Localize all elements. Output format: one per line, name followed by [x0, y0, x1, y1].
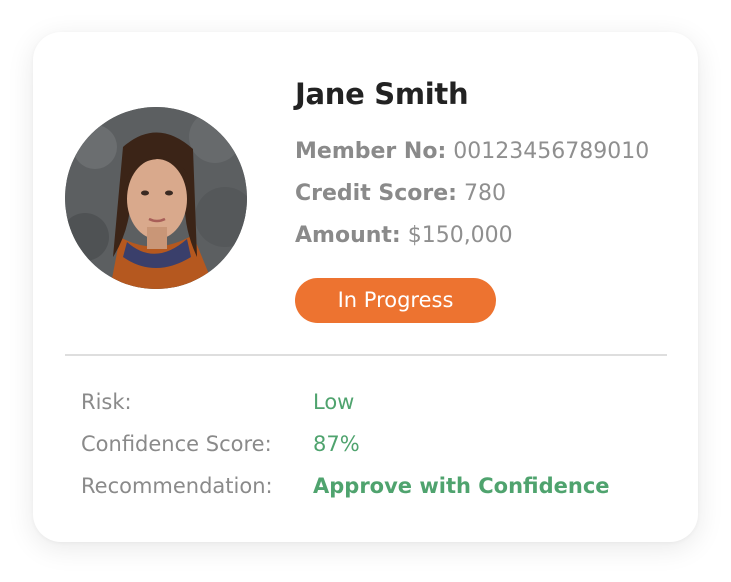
- member-number-value: 00123456789010: [453, 139, 650, 164]
- member-number-label: Member No:: [295, 139, 447, 164]
- risk-label: Risk:: [81, 390, 132, 414]
- amount-label: Amount:: [295, 223, 401, 248]
- risk-value: Low: [313, 390, 355, 414]
- credit-score-label: Credit Score:: [295, 181, 457, 206]
- avatar: [65, 107, 247, 289]
- credit-score-value: 780: [463, 181, 506, 206]
- confidence-score-value: 87%: [313, 432, 360, 456]
- status-badge: In Progress: [295, 278, 496, 323]
- applicant-name: Jane Smith: [295, 77, 469, 111]
- member-number-row: Member No: 00123456789010: [295, 139, 649, 164]
- applicant-card: Jane Smith Member No: 00123456789010 Cre…: [33, 32, 698, 542]
- amount-row: Amount: $150,000: [295, 223, 513, 248]
- credit-score-row: Credit Score: 780: [295, 181, 506, 206]
- amount-value: $150,000: [407, 223, 513, 248]
- divider: [65, 354, 667, 356]
- confidence-score-label: Confidence Score:: [81, 432, 272, 456]
- recommendation-value: Approve with Confidence: [313, 474, 610, 498]
- recommendation-label: Recommendation:: [81, 474, 273, 498]
